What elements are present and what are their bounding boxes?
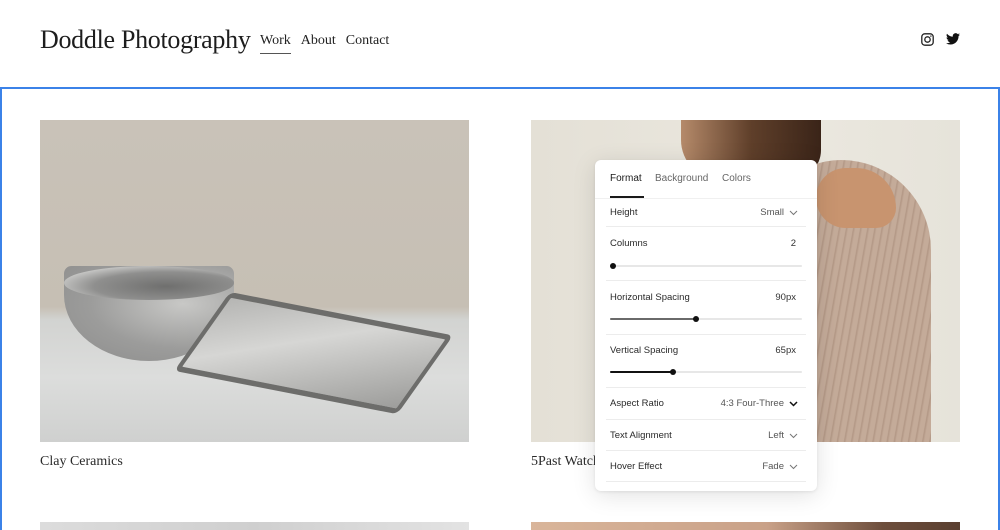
vertical-spacing-slider-thumb[interactable] (670, 368, 677, 375)
columns-slider[interactable] (610, 262, 802, 269)
panel-tabs: Format Background Colors (595, 160, 817, 199)
height-label: Height (610, 207, 638, 218)
site-header: Doddle Photography Work About Contact (0, 0, 1000, 87)
twitter-icon[interactable] (946, 33, 960, 45)
vertical-spacing-slider[interactable] (610, 368, 802, 375)
vertical-spacing-control: Vertical Spacing 65px (606, 335, 806, 388)
horizontal-spacing-value-wrap: 90px (775, 292, 796, 303)
vertical-spacing-value-wrap: 65px (775, 345, 796, 356)
horizontal-spacing-slider-fill (610, 318, 697, 320)
chevron-down-icon (789, 433, 798, 438)
bowl-rim-shape (64, 266, 234, 300)
tab-colors[interactable]: Colors (722, 173, 751, 184)
height-value-wrap: Small (760, 207, 798, 218)
columns-slider-thumb[interactable] (610, 262, 616, 269)
chevron-down-icon (789, 464, 798, 469)
tab-format[interactable]: Format (610, 173, 642, 184)
horizontal-spacing-slider-thumb[interactable] (693, 315, 700, 322)
gallery-caption[interactable]: 5Past Watch (531, 454, 600, 470)
columns-control: Columns 2 (606, 227, 806, 281)
site-logo-title[interactable]: Doddle Photography (40, 25, 251, 55)
gallery-caption[interactable]: Clay Ceramics (40, 454, 123, 470)
tray-shape (174, 292, 454, 415)
vertical-spacing-slider-fill (610, 371, 674, 373)
horizontal-spacing-control: Horizontal Spacing 90px (606, 281, 806, 335)
gallery-image-clay-ceramics[interactable] (40, 120, 469, 442)
aspect-ratio-select[interactable]: Aspect Ratio 4:3 Four-Three (606, 388, 806, 420)
hover-effect-label: Hover Effect (610, 461, 663, 472)
chevron-down-icon (789, 210, 798, 215)
horizontal-spacing-slider[interactable] (610, 315, 802, 322)
text-alignment-label: Text Alignment (610, 430, 672, 441)
height-value: Small (760, 207, 784, 218)
chevron-down-icon (789, 400, 798, 407)
text-alignment-select[interactable]: Text Alignment Left (606, 420, 806, 451)
aspect-ratio-value-wrap: 4:3 Four-Three (721, 398, 798, 409)
main-nav: Work About Contact (260, 33, 390, 54)
text-alignment-value: Left (768, 430, 784, 441)
horizontal-spacing-label: Horizontal Spacing (610, 292, 690, 303)
height-select[interactable]: Height Small (606, 199, 806, 227)
aspect-ratio-value: 4:3 Four-Three (720, 398, 784, 409)
instagram-icon[interactable] (921, 33, 934, 46)
gallery-settings-panel: Format Background Colors Height Small Co… (595, 160, 817, 491)
aspect-ratio-label: Aspect Ratio (610, 398, 664, 409)
horizontal-spacing-value: 90px (775, 292, 796, 303)
vertical-spacing-value: 65px (775, 345, 796, 356)
nav-item-contact[interactable]: Contact (346, 33, 390, 53)
gallery-image-row2-right[interactable] (531, 522, 960, 530)
text-alignment-value-wrap: Left (768, 430, 798, 441)
columns-value: 2 (790, 238, 796, 249)
columns-label: Columns (610, 238, 648, 249)
hover-effect-select[interactable]: Hover Effect Fade (606, 451, 806, 482)
vertical-spacing-label: Vertical Spacing (610, 345, 679, 356)
nav-item-about[interactable]: About (301, 33, 336, 53)
tab-background[interactable]: Background (655, 173, 708, 184)
hover-effect-value: Fade (762, 461, 784, 472)
columns-value-wrap: 2 (791, 238, 796, 249)
nav-item-work[interactable]: Work (260, 33, 291, 54)
hover-effect-value-wrap: Fade (762, 461, 798, 472)
gallery-image-row2-left[interactable] (40, 522, 469, 530)
active-tab-indicator (610, 196, 644, 198)
